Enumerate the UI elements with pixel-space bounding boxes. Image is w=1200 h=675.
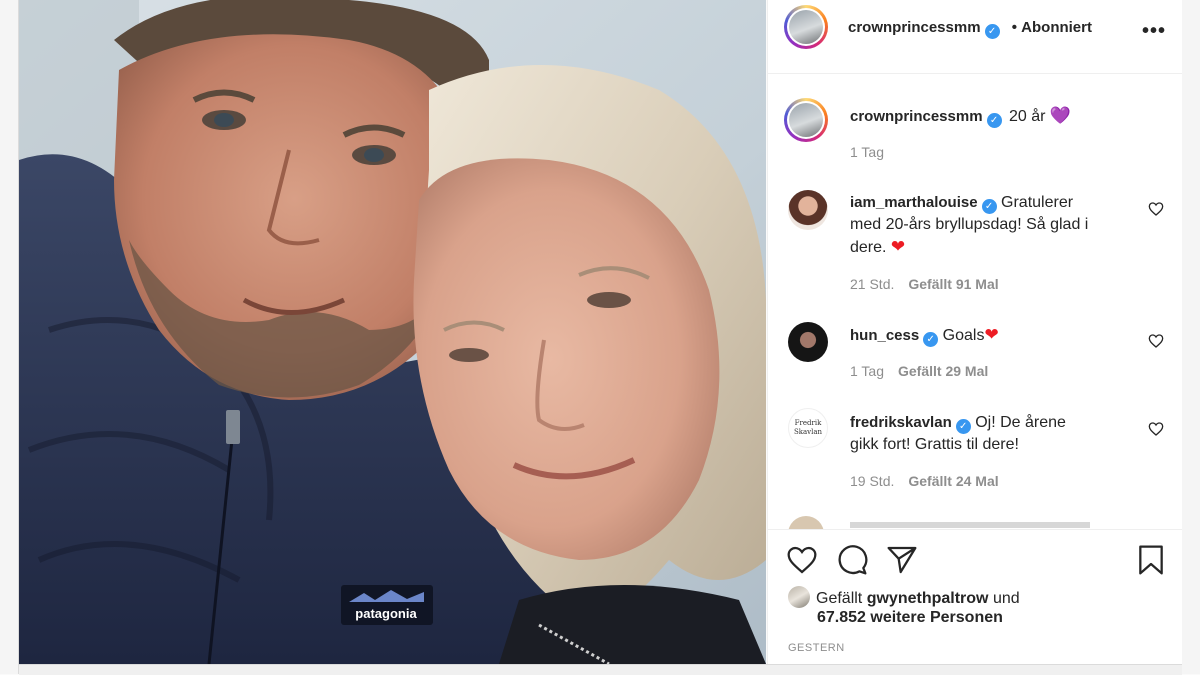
comments-section[interactable]: crownprincessmm ✓ 20 år 💜 1 Tag iam_marth… <box>768 74 1182 529</box>
comment-text-line-1: Goals <box>942 327 985 344</box>
liker-username[interactable]: gwynethpaltrow <box>867 590 989 607</box>
verified-badge-icon: ✓ <box>984 24 1000 39</box>
post-header: crownprincessmm ✓ • Abonniert ••• <box>768 0 1182 74</box>
avatar-text-2: Skavlan <box>793 428 823 436</box>
frame-bottom <box>19 664 1182 675</box>
comment-text-clipped <box>850 522 1090 528</box>
comment-text: iam_marthalouise ✓ Gratulerer med 20-års … <box>850 192 1130 259</box>
red-heart-icon: ❤ <box>984 325 999 344</box>
selfie-image: patagonia <box>19 0 766 664</box>
left-margin <box>0 0 19 674</box>
comment-time: 21 Std. <box>850 276 895 292</box>
heart-icon[interactable] <box>786 544 818 576</box>
caption-row: crownprincessmm ✓ 20 år 💜 1 Tag <box>784 98 1174 168</box>
avatar-text-1: Fredrik <box>794 419 822 427</box>
follow-status-button[interactable]: Abonniert <box>1021 19 1092 36</box>
comment-row: iam_marthalouise ✓ Gratulerer med 20-års … <box>784 188 1174 298</box>
caption-time: 1 Tag <box>850 144 884 160</box>
comment-text-line-2: gikk fort! Grattis til dere! <box>850 436 1019 453</box>
verified-badge-icon: ✓ <box>981 199 997 214</box>
comment-text-line-1: Oj! De årene <box>975 414 1066 431</box>
comment-row-partial <box>788 516 1168 529</box>
post-photo[interactable]: patagonia <box>19 0 766 664</box>
verified-badge-icon: ✓ <box>955 419 971 434</box>
share-icon[interactable] <box>886 544 918 576</box>
comment-text-line-2: med 20-års bryllupsdag! Så glad i <box>850 216 1089 233</box>
caption-text: 20 år <box>1009 108 1046 125</box>
comment-row: hun_cess ✓ Goals❤ 1 Tag Gefällt 29 Mal <box>784 320 1174 390</box>
comment-likes[interactable]: Gefällt 24 Mal <box>908 473 998 489</box>
more-options-icon[interactable]: ••• <box>1142 20 1166 43</box>
header-user-line: crownprincessmm ✓ • Abonniert <box>848 19 1092 39</box>
post-side-panel: crownprincessmm ✓ • Abonniert ••• crownpr… <box>767 0 1182 664</box>
header-separator: • <box>1011 19 1017 36</box>
comment-like-heart-icon[interactable] <box>1148 201 1164 217</box>
comment-meta: 1 Tag Gefällt 29 Mal <box>850 363 988 379</box>
comment-like-heart-icon[interactable] <box>1148 333 1164 349</box>
comment-username[interactable]: fredrikskavlan <box>850 414 952 431</box>
comment-avatar[interactable] <box>788 516 824 529</box>
verified-badge-icon: ✓ <box>986 113 1002 128</box>
header-avatar[interactable] <box>784 5 828 49</box>
caption-avatar[interactable] <box>784 98 828 142</box>
comment-avatar[interactable] <box>788 190 828 230</box>
comment-text-line-3: dere. <box>850 239 887 256</box>
bookmark-icon[interactable] <box>1135 544 1167 576</box>
comment-username[interactable]: iam_marthalouise <box>850 194 978 211</box>
purple-heart-icon: 💜 <box>1049 106 1072 125</box>
comment-text: fredrikskavlan ✓ Oj! De årene gikk fort! … <box>850 412 1130 456</box>
comment-icon[interactable] <box>836 544 868 576</box>
likes-prefix: Gefällt <box>816 590 863 607</box>
comment-avatar[interactable]: Fredrik Skavlan <box>788 408 828 448</box>
right-margin <box>1182 0 1200 674</box>
comment-meta: 19 Std. Gefällt 24 Mal <box>850 473 999 489</box>
post-date[interactable]: GESTERN <box>788 642 845 654</box>
patagonia-patch: patagonia <box>341 585 433 625</box>
verified-badge-icon: ✓ <box>923 332 939 347</box>
caption-text-line: crownprincessmm ✓ 20 år 💜 <box>850 106 1071 128</box>
liker-avatar[interactable] <box>788 586 810 608</box>
comment-text-line-1: Gratulerer <box>1001 194 1074 211</box>
comment-time: 1 Tag <box>850 363 884 379</box>
comment-time: 19 Std. <box>850 473 895 489</box>
likes-conj: und <box>992 590 1020 607</box>
comment-avatar[interactable] <box>788 322 828 362</box>
caption-username[interactable]: crownprincessmm <box>850 108 983 125</box>
comment-meta: 21 Std. Gefällt 91 Mal <box>850 276 999 292</box>
comment-likes[interactable]: Gefällt 29 Mal <box>898 363 988 379</box>
header-username[interactable]: crownprincessmm <box>848 19 981 36</box>
comment-row: Fredrik Skavlan fredrikskavlan ✓ Oj! De å… <box>784 408 1174 498</box>
comment-username[interactable]: hun_cess <box>850 327 919 344</box>
comment-like-heart-icon[interactable] <box>1148 421 1164 437</box>
red-heart-icon: ❤ <box>890 237 906 256</box>
patagonia-logo: patagonia <box>355 606 417 621</box>
post-actions-bar: Gefällt gwynethpaltrow und 67.852 weiter… <box>768 529 1182 665</box>
comment-likes[interactable]: Gefällt 91 Mal <box>908 276 998 292</box>
comment-text: hun_cess ✓ Goals❤ <box>850 324 1130 347</box>
likes-summary: Gefällt gwynethpaltrow und <box>788 586 1020 610</box>
likes-others[interactable]: 67.852 weitere Personen <box>817 609 1003 627</box>
